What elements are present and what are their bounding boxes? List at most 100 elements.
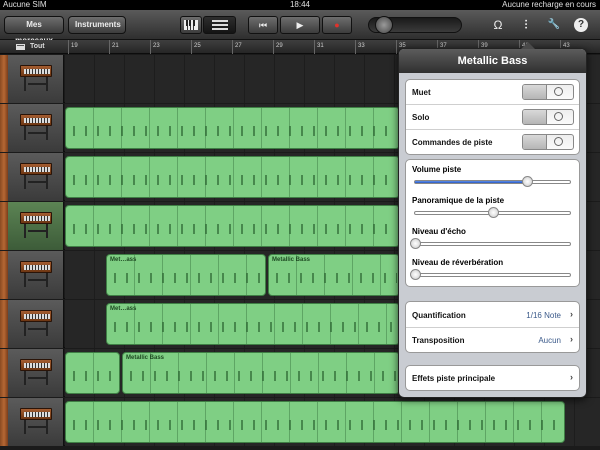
master-effects-label: Effets piste principale — [412, 374, 496, 383]
ruler-tick-label: 29 — [276, 43, 283, 49]
my-songs-button[interactable]: Mes morceaux — [4, 16, 64, 45]
synth-keyboard-icon — [20, 163, 52, 189]
battery-label: Aucune recharge en cours — [502, 0, 596, 9]
midi-region[interactable] — [65, 401, 565, 443]
synth-keyboard-icon — [20, 261, 52, 287]
ruler-tick-line — [109, 40, 110, 54]
loop-icon[interactable]: Ω — [490, 17, 506, 33]
track-controls-row: Commandes de piste — [406, 130, 579, 155]
track-header[interactable] — [0, 153, 64, 201]
ruler-tick-line — [314, 40, 315, 54]
slider-thumb[interactable] — [410, 269, 421, 280]
show-all-button[interactable]: Tout — [0, 40, 64, 54]
track-color-strip — [0, 55, 8, 103]
help-icon[interactable]: ? — [574, 18, 588, 32]
track-header[interactable] — [0, 55, 64, 103]
midi-region[interactable] — [65, 156, 400, 198]
quantization-row[interactable]: Quantification 1/16 Note › — [406, 302, 579, 328]
track-header[interactable] — [0, 104, 64, 152]
synth-keyboard-icon — [20, 359, 52, 385]
track-header[interactable] — [0, 202, 64, 250]
reverb-slider[interactable] — [410, 269, 571, 280]
popover-arrow — [521, 42, 535, 49]
midi-region[interactable]: Metallic Bass — [122, 352, 400, 394]
track-color-strip — [0, 349, 8, 397]
transposition-label: Transposition — [412, 336, 465, 345]
reverb-label: Niveau de réverbération — [412, 258, 504, 267]
midi-region[interactable]: Met…ass — [106, 254, 266, 296]
solo-label: Solo — [412, 113, 430, 122]
toolbar: Mes morceaux Instruments ⏮ ▶ ● Ω ⫶ 🔧 ? — [0, 10, 600, 45]
track-color-strip — [0, 202, 8, 250]
pan-slider[interactable] — [414, 207, 571, 218]
echo-slider[interactable] — [410, 238, 571, 249]
slider-thumb[interactable] — [521, 176, 533, 187]
transposition-value: Aucun — [538, 336, 561, 345]
mixer-icon[interactable]: ⫶ — [518, 17, 534, 33]
popover-title: Metallic Bass — [399, 49, 586, 73]
synth-keyboard-icon — [20, 114, 52, 140]
switch-knob — [523, 85, 547, 99]
midi-region[interactable] — [65, 205, 400, 247]
volume-label: Volume piste — [412, 165, 462, 174]
track-header[interactable] — [0, 300, 64, 348]
switch-knob — [523, 110, 547, 124]
record-icon[interactable]: ● — [322, 16, 352, 34]
track-controls-label: Commandes de piste — [412, 138, 493, 147]
mute-label: Muet — [412, 88, 431, 97]
ruler-tick-label: 19 — [71, 43, 78, 49]
track-header[interactable] — [0, 349, 64, 397]
track-lane[interactable] — [65, 398, 600, 446]
master-volume-knob[interactable] — [375, 16, 393, 34]
switch-knob — [523, 135, 547, 149]
midi-region[interactable]: Metallic Bass — [268, 254, 400, 296]
track-controls-switch[interactable] — [522, 134, 574, 150]
track-header[interactable] — [0, 398, 64, 446]
master-volume-slider[interactable] — [368, 16, 462, 34]
mute-switch[interactable] — [522, 84, 574, 100]
volume-slider[interactable] — [414, 176, 571, 187]
play-icon[interactable]: ▶ — [280, 16, 320, 34]
piano-keys-icon[interactable] — [180, 16, 202, 34]
midi-region[interactable] — [65, 107, 400, 149]
solo-row: Solo — [406, 105, 579, 130]
rewind-icon[interactable]: ⏮ — [248, 16, 278, 34]
quantize-group: Quantification 1/16 Note › Transposition… — [405, 301, 580, 353]
transposition-row[interactable]: Transposition Aucun › — [406, 328, 579, 353]
ruler-tick-line — [191, 40, 192, 54]
pan-label: Panoramique de la piste — [412, 196, 505, 205]
show-all-label: Tout — [30, 43, 45, 50]
wrench-icon[interactable]: 🔧 — [546, 17, 562, 33]
track-list-icon[interactable] — [203, 16, 236, 34]
midi-region[interactable]: Met…ass — [106, 303, 400, 345]
track-color-strip — [0, 251, 8, 299]
echo-label: Niveau d'écho — [412, 227, 466, 236]
track-row[interactable] — [0, 398, 600, 446]
off-indicator-icon — [554, 87, 563, 96]
all-tracks-icon — [16, 44, 25, 50]
midi-region[interactable] — [65, 352, 120, 394]
region-name: Metallic Bass — [126, 355, 165, 361]
instruments-button[interactable]: Instruments — [68, 16, 126, 34]
ruler-tick-line — [232, 40, 233, 54]
master-fx-group: Effets piste principale › — [405, 365, 580, 391]
status-bar: Aucune SIM 18:44 Aucune recharge en cour… — [0, 0, 600, 10]
slider-thumb[interactable] — [487, 207, 499, 218]
chevron-right-icon: › — [570, 334, 573, 344]
ruler-tick-line — [355, 40, 356, 54]
solo-switch[interactable] — [522, 109, 574, 125]
quantization-label: Quantification — [412, 311, 466, 320]
ruler-tick-line — [396, 40, 397, 54]
chevron-right-icon: › — [570, 309, 573, 319]
track-header[interactable] — [0, 251, 64, 299]
mute-row: Muet — [406, 80, 579, 105]
synth-keyboard-icon — [20, 65, 52, 91]
track-color-strip — [0, 398, 8, 446]
slider-thumb[interactable] — [410, 238, 421, 249]
track-color-strip — [0, 153, 8, 201]
master-effects-row[interactable]: Effets piste principale › — [406, 366, 579, 390]
track-color-strip — [0, 104, 8, 152]
track-color-strip — [0, 300, 8, 348]
ruler-tick-line — [68, 40, 69, 54]
ruler-tick-label: 33 — [358, 43, 365, 49]
